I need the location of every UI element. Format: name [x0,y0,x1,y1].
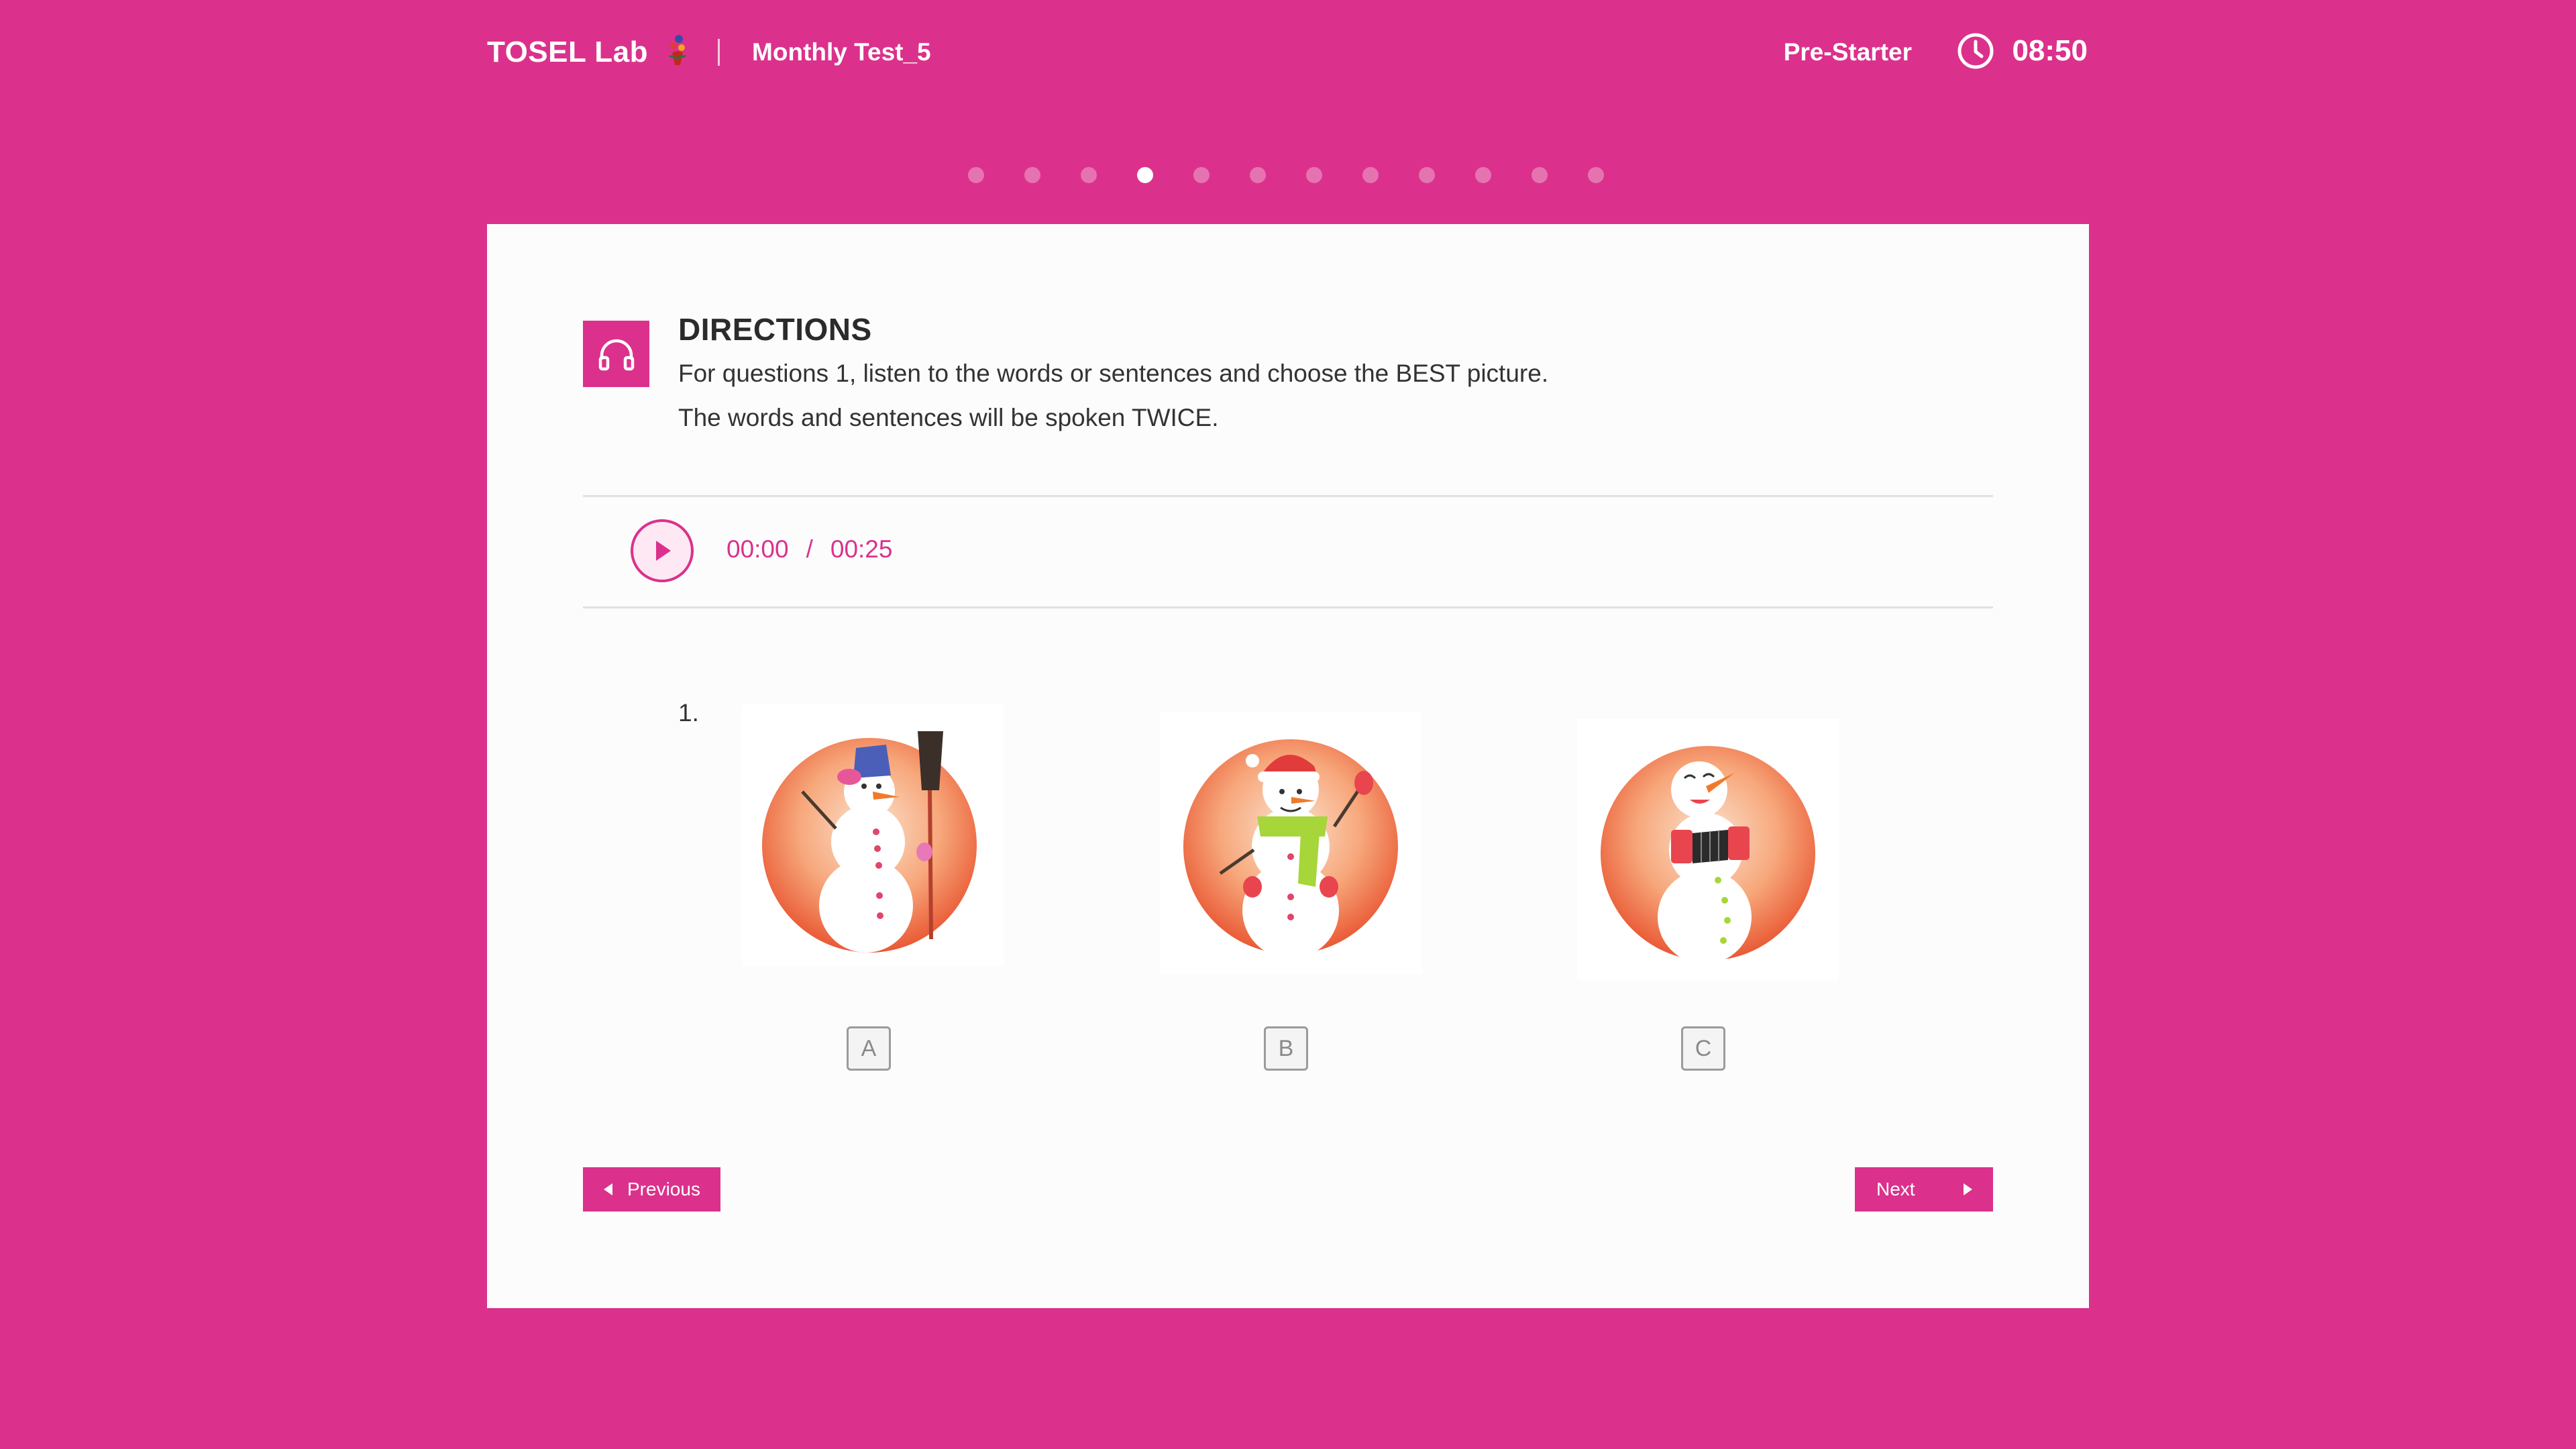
directions-text-line-1: For questions 1, listen to the words or … [678,360,1549,387]
progress-dot-6[interactable] [1250,167,1266,183]
play-icon [656,541,671,561]
arrow-left-icon [604,1183,612,1195]
progress-dot-11[interactable] [1532,167,1548,183]
progress-dot-10[interactable] [1475,167,1491,183]
progress-dot-5[interactable] [1193,167,1210,183]
test-name: Monthly Test_5 [752,38,931,66]
directions-text-line-2: The words and sentences will be spoken T… [678,404,1219,431]
next-button-label: Next [1876,1179,1915,1199]
progress-dot-1[interactable] [968,167,984,183]
audio-current-time: 00:00 [727,535,789,563]
option-a-image[interactable] [742,704,1004,966]
next-button[interactable]: Next [1855,1167,1993,1212]
tosel-logo-icon [669,35,686,65]
timer: 08:50 [1957,30,2088,72]
progress-dot-8[interactable] [1362,167,1379,183]
audio-time-separator: / [806,535,813,563]
header-divider [718,39,720,66]
brand-name: TOSEL Lab [487,36,649,68]
question-card: DIRECTIONS For questions 1, listen to th… [487,224,2089,1308]
progress-dot-7[interactable] [1306,167,1322,183]
previous-button-label: Previous [627,1179,700,1199]
divider [583,606,1993,608]
divider [583,495,1993,497]
question-number: 1. [678,699,699,727]
option-c-image[interactable] [1577,719,1839,981]
brand: TOSEL Lab Monthly Test_5 [487,32,931,72]
progress-dot-2[interactable] [1024,167,1040,183]
option-a-button[interactable]: A [847,1026,891,1071]
progress-dot-4-current[interactable] [1137,167,1153,183]
progress-dot-3[interactable] [1081,167,1097,183]
timer-value: 08:50 [2012,34,2088,67]
option-c-button[interactable]: C [1681,1026,1725,1071]
audio-time: 00:00 / 00:25 [727,535,892,564]
question-progress-dots [968,167,1604,183]
headphones-icon [583,321,649,387]
audio-play-button[interactable] [631,519,694,582]
previous-button[interactable]: Previous [583,1167,720,1212]
audio-duration: 00:25 [830,535,893,563]
directions-title: DIRECTIONS [678,312,872,347]
arrow-right-icon [1964,1183,1972,1195]
option-b-button[interactable]: B [1264,1026,1308,1071]
progress-dot-12[interactable] [1588,167,1604,183]
test-level: Pre-Starter [1783,38,1912,66]
option-b-image[interactable] [1160,712,1421,974]
clock-icon [1957,33,1994,69]
progress-dot-9[interactable] [1419,167,1435,183]
